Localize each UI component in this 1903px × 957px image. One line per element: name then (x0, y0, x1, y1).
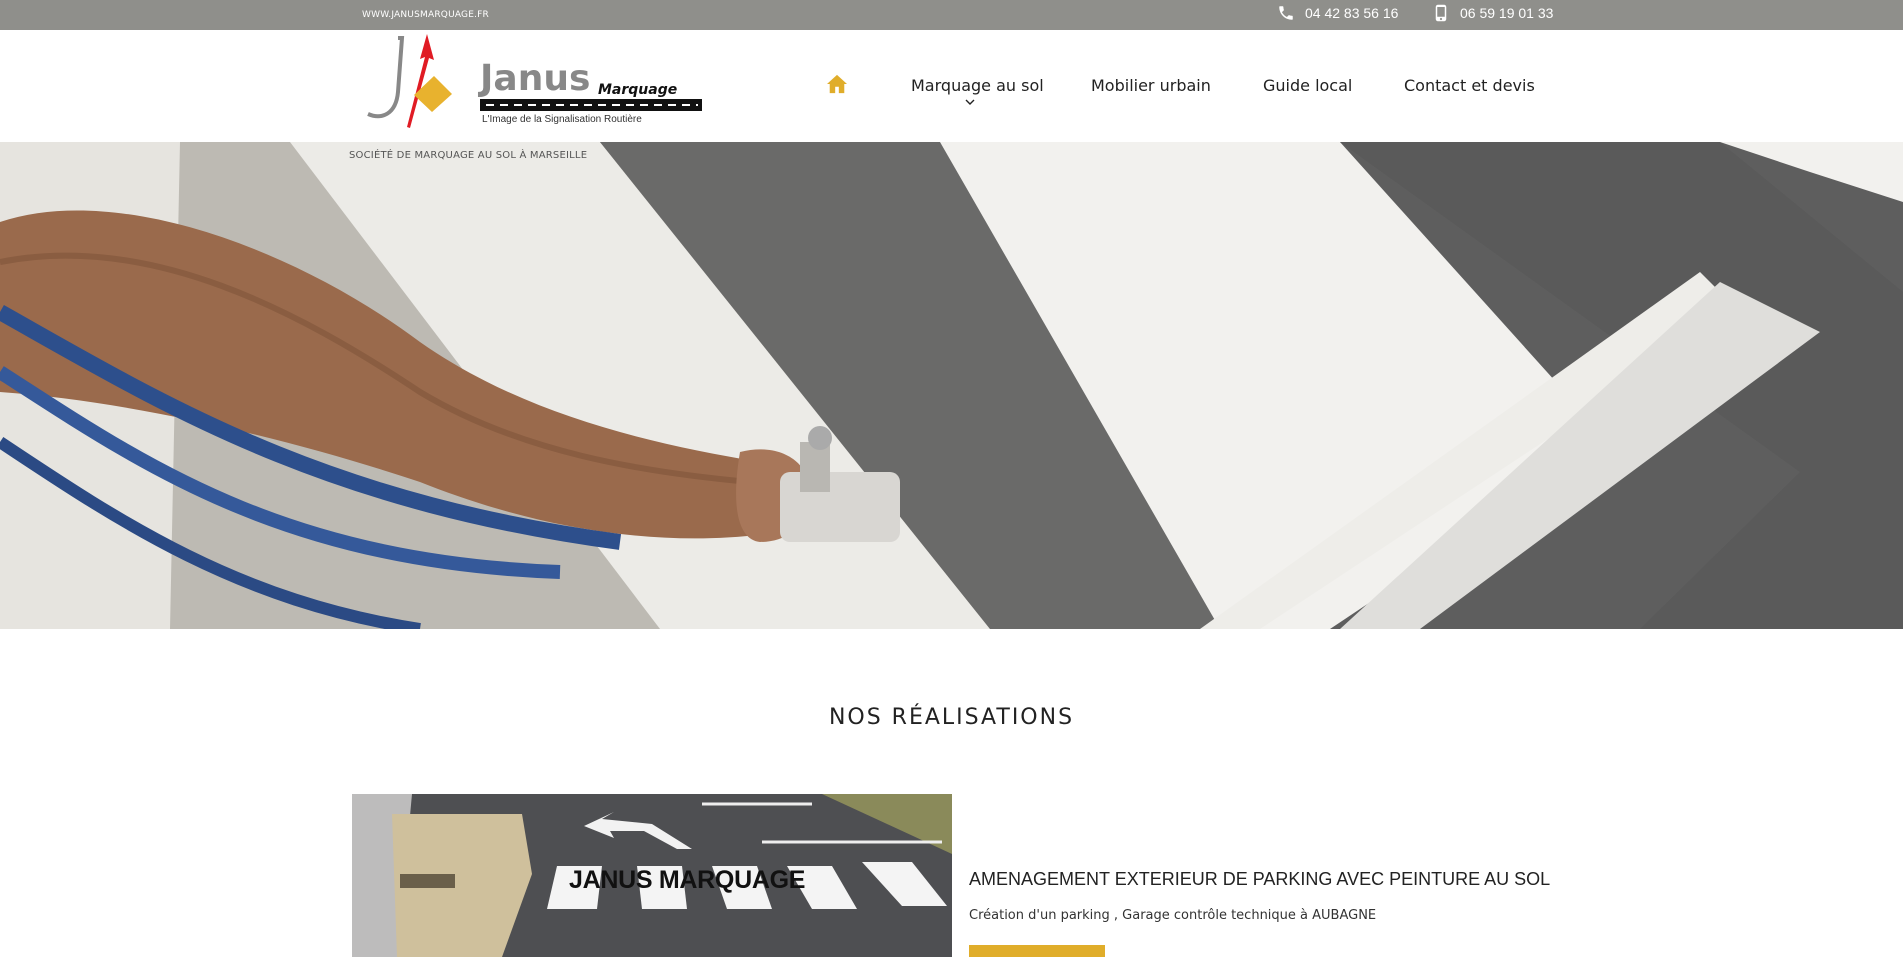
realisation-description: Création d'un parking , Garage contrôle … (969, 908, 1377, 923)
top-bar: WWW.JANUSMARQUAGE.FR 04 42 83 56 16 06 5… (0, 0, 1903, 30)
phone-landline-number: 04 42 83 56 16 (1305, 5, 1399, 21)
phone-icon (1279, 6, 1293, 20)
realisation-more-button[interactable] (969, 945, 1105, 957)
nav-guide-local[interactable]: Guide local (1263, 76, 1352, 95)
realisation-title[interactable]: AMENAGEMENT EXTERIEUR DE PARKING AVEC PE… (969, 869, 1550, 890)
mobile-phone-icon (1435, 4, 1447, 22)
hero-banner (0, 142, 1903, 629)
site-header: Janus Marquage L'Image de la Signalisati… (0, 30, 1903, 142)
realisation-image[interactable]: JANUS MARQUAGE (352, 794, 952, 957)
phone-mobile[interactable]: 06 59 19 01 33 (1432, 4, 1553, 22)
section-title-realisations: NOS RÉALISATIONS (828, 705, 1075, 730)
nav-mobilier-urbain[interactable]: Mobilier urbain (1091, 76, 1211, 95)
phone-mobile-number: 06 59 19 01 33 (1460, 5, 1554, 21)
hero-tagline: SOCIÉTÉ DE MARQUAGE AU SOL À MARSEILLE (349, 150, 588, 161)
phone-landline[interactable]: 04 42 83 56 16 (1277, 4, 1398, 22)
nav-marquage-au-sol[interactable]: Marquage au sol (911, 76, 1044, 95)
chevron-down-icon[interactable] (964, 96, 976, 108)
nav-contact-et-devis[interactable]: Contact et devis (1404, 76, 1535, 95)
nav-home[interactable] (826, 74, 848, 98)
site-url[interactable]: WWW.JANUSMARQUAGE.FR (362, 10, 489, 20)
main-nav: Marquage au sol Mobilier urbain Guide lo… (0, 30, 1903, 142)
hero-image (0, 142, 1903, 629)
home-icon (827, 74, 847, 94)
realisation-image-caption: JANUS MARQUAGE (569, 866, 806, 894)
